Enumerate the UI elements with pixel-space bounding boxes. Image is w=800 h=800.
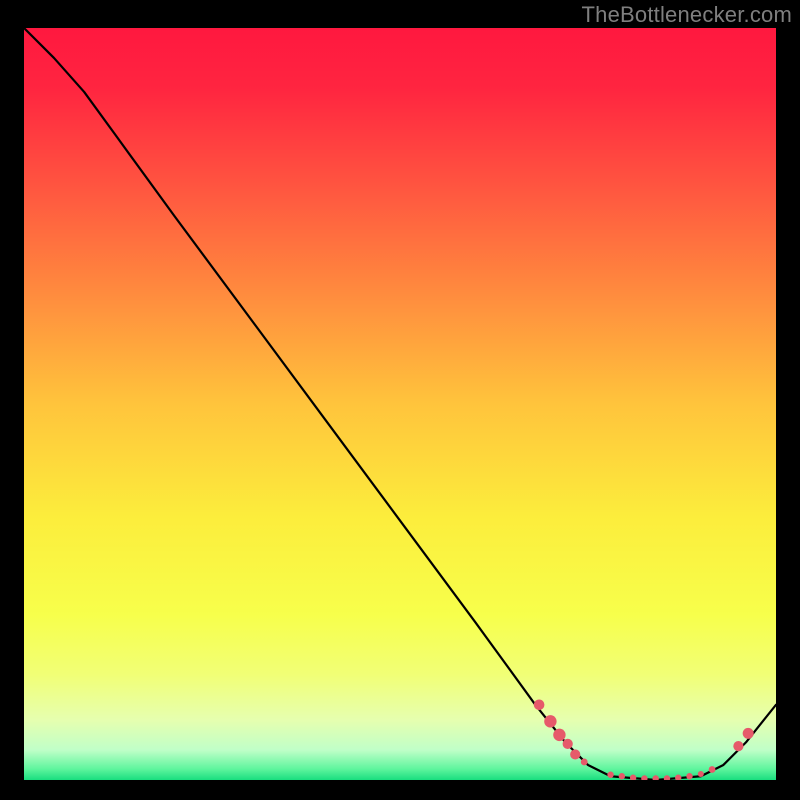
marker-dot [686,773,692,779]
marker-dot [733,741,743,751]
marker-dot [698,771,704,777]
marker-dot [709,766,716,773]
marker-dot [619,773,625,779]
marker-dot [563,739,573,749]
marker-dot [607,772,613,778]
marker-dot [553,729,565,741]
chart-svg [24,28,776,780]
marker-dot [743,728,754,739]
marker-dot [534,700,545,711]
marker-dot [544,715,556,727]
attribution-text: TheBottlenecker.com [582,2,792,28]
chart-viewport [24,28,776,780]
marker-dot [581,759,588,766]
chart-background [24,28,776,780]
marker-dot [570,749,580,759]
